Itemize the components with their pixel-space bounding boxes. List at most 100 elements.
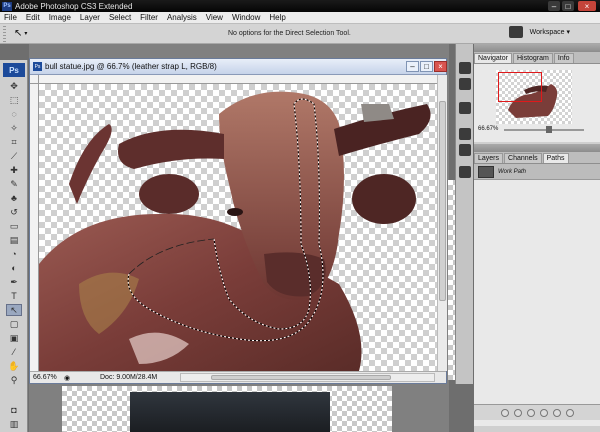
tab-histogram[interactable]: Histogram [512,53,553,63]
menu-layer[interactable]: Layer [80,13,100,22]
brushes-panel-icon[interactable] [459,128,471,140]
menu-edit[interactable]: Edit [26,13,40,22]
tools-panel: Ps ✥ ⬚ ◌ ✧ ⌗ ⟋ ✚ ✎ ♣ ↺ ▭ ▤ ◔ ◐ ✒ T ↖ ▢ ▣… [0,60,28,432]
tool-preset-picker[interactable]: ↖ [14,28,22,39]
vertical-scroll-thumb[interactable] [439,101,446,301]
preset-dropdown-icon[interactable]: ▾ [24,30,27,37]
list-item[interactable]: Work Path [474,164,600,180]
blur-tool-icon[interactable]: ◔ [6,248,22,260]
document-status-bar: 66.67% ◉ Doc: 9.00M/28.4M [30,371,446,383]
lasso-tool-icon[interactable]: ◌ [6,108,22,120]
brush-tool-icon[interactable]: ✎ [6,178,22,190]
menu-file[interactable]: File [4,13,17,22]
horizontal-ruler[interactable] [39,75,437,84]
menu-window[interactable]: Window [232,13,260,22]
shape-tool-icon[interactable]: ▢ [6,318,22,330]
doc-maximize-button[interactable]: □ [420,61,433,72]
vertical-ruler[interactable] [30,84,39,371]
navigator-tabs: Navigator Histogram Info [474,52,600,64]
photoshop-app-icon: Ps [2,1,12,11]
options-grip[interactable] [3,25,6,42]
bull-left-horn [118,129,224,169]
crop-tool-icon[interactable]: ⌗ [6,136,22,148]
options-bar: ↖ ▾ No options for the Direct Selection … [0,24,600,44]
document-icon: Ps [33,62,42,71]
menu-analysis[interactable]: Analysis [167,13,197,22]
history-brush-icon[interactable]: ↺ [6,206,22,218]
bull-right-ear [352,174,416,224]
app-title-bar: Ps Adobe Photoshop CS3 Extended – □ × [0,0,600,12]
actions-panel-icon[interactable] [459,78,471,90]
screen-mode-icon[interactable]: ▥ [6,418,22,430]
tool-presets-icon[interactable] [459,102,471,114]
menu-bar: File Edit Image Layer Select Filter Anal… [0,12,600,24]
marquee-tool-icon[interactable]: ⬚ [6,94,22,106]
navigator-zoom[interactable]: 66.67% [478,126,498,132]
maximize-button[interactable]: □ [562,1,574,11]
notes-tool-icon[interactable]: ▣ [6,332,22,344]
status-info-icon[interactable]: ◉ [64,374,70,382]
bridge-icon[interactable] [508,26,523,38]
path-thumbnail [478,165,494,178]
eyedropper-tool-icon[interactable]: ⁄ [6,346,22,358]
horizontal-scrollbar[interactable] [180,373,435,382]
menu-select[interactable]: Select [109,13,131,22]
navigator-view-box[interactable] [498,72,542,102]
gradient-tool-icon[interactable]: ▤ [6,234,22,246]
delete-path-icon[interactable] [565,408,574,417]
tab-layers[interactable]: Layers [474,153,504,163]
slice-tool-icon[interactable]: ⟋ [6,150,22,162]
bull-statue-image [39,91,431,371]
panel-collapse-bar[interactable] [474,44,600,52]
vertical-scrollbar[interactable] [437,75,447,371]
menu-help[interactable]: Help [269,13,285,22]
eraser-tool-icon[interactable]: ▭ [6,220,22,232]
pen-tool-icon[interactable]: ✒ [6,276,22,288]
magic-wand-icon[interactable]: ✧ [6,122,22,134]
type-tool-icon[interactable]: T [6,290,22,302]
doc-minimize-button[interactable]: – [406,61,419,72]
doc-close-button[interactable]: × [434,61,447,72]
new-path-icon[interactable] [552,408,561,417]
panel-collapse-bar-2[interactable] [474,144,600,152]
stroke-path-icon[interactable] [513,408,522,417]
image-canvas[interactable] [39,84,437,371]
hand-tool-icon[interactable]: ✋ [6,360,22,372]
ps-logo: Ps [3,63,25,77]
quick-mask-icon[interactable]: ◘ [6,404,22,416]
bull-tail [69,124,112,204]
close-button[interactable]: × [578,1,596,11]
clone-source-icon[interactable] [459,144,471,156]
zoom-tool-icon[interactable]: ⚲ [6,374,22,386]
menu-filter[interactable]: Filter [140,13,158,22]
tab-info[interactable]: Info [553,53,574,63]
menu-image[interactable]: Image [49,13,71,22]
tab-navigator[interactable]: Navigator [474,53,512,63]
tab-paths[interactable]: Paths [542,153,569,163]
history-panel-icon[interactable] [459,62,471,74]
layer-comps-icon[interactable] [459,166,471,178]
doc-size-info[interactable]: Doc: 9.00M/28.4M [100,374,157,381]
move-tool-icon[interactable]: ✥ [6,80,22,92]
tab-channels[interactable]: Channels [504,153,542,163]
app-title: Adobe Photoshop CS3 Extended [15,1,133,11]
horizontal-scroll-thumb[interactable] [211,375,391,380]
dodge-tool-icon[interactable]: ◐ [6,262,22,274]
fill-path-icon[interactable] [500,408,509,417]
zoom-level-field[interactable]: 66.67% [30,374,57,381]
healing-brush-icon[interactable]: ✚ [6,164,22,176]
paths-panel: Work Path [474,164,600,426]
minimize-button[interactable]: – [548,1,560,11]
document-title-bar[interactable]: Ps bull statue.jpg @ 66.7% (leather stra… [30,59,447,75]
clone-stamp-icon[interactable]: ♣ [6,192,22,204]
navigator-zoom-slider[interactable] [504,126,584,133]
load-selection-icon[interactable] [526,408,535,417]
zoom-slider-knob[interactable] [546,126,552,133]
ruler-origin[interactable] [30,75,39,84]
workspace-menu[interactable]: Workspace ▾ [508,26,570,38]
menu-view[interactable]: View [206,13,223,22]
layers-tabs: Layers Channels Paths [474,152,600,164]
paths-panel-footer [474,404,600,420]
make-work-path-icon[interactable] [539,408,548,417]
direct-selection-tool-icon[interactable]: ↖ [6,304,22,316]
